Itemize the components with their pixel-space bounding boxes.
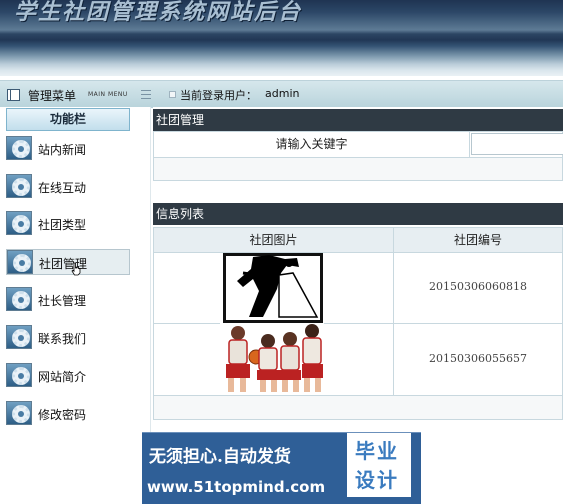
bullet-icon — [169, 91, 176, 98]
gear-icon — [6, 287, 32, 311]
site-header: 学生社团管理系统网站后台 — [0, 0, 563, 76]
info-list-table: 社团图片 社团编号 20150306060818 20150306055657 — [153, 227, 563, 420]
hand-cursor-icon — [71, 262, 81, 276]
sidebar-item-site-intro[interactable]: 网站简介 — [6, 363, 128, 387]
site-title: 学生社团管理系统网站后台 — [14, 0, 303, 25]
menu-bar: 管理菜单 MAIN MENU 当前登录用户： admin — [0, 80, 563, 108]
club-id: 20150306055657 — [429, 352, 527, 365]
column-header-id: 社团编号 — [394, 228, 562, 253]
sidebar-item-label: 社团类型 — [38, 218, 87, 232]
sidebar-item-label: 站内新闻 — [38, 143, 87, 157]
sidebar-item-club-types[interactable]: 社团类型 — [6, 211, 128, 235]
ad-badge-text: 毕业 — [355, 439, 399, 463]
gear-icon — [6, 325, 32, 349]
dancing-couple-image[interactable] — [223, 253, 323, 323]
sidebar-item-label: 修改密码 — [38, 408, 87, 422]
sidebar-item-label: 联系我们 — [38, 332, 87, 346]
club-id: 20150306060818 — [429, 280, 527, 293]
sidebar-item-news[interactable]: 站内新闻 — [6, 136, 128, 160]
gear-icon — [6, 174, 32, 198]
main-content: 社团管理 请输入关键字 信息列表 社团图片 社团编号 2015030606081… — [153, 107, 563, 437]
basketball-team-image[interactable] — [220, 323, 324, 395]
sidebar-item-label: 社长管理 — [38, 294, 87, 308]
list-title: 信息列表 — [153, 203, 563, 225]
sidebar-item-president-management[interactable]: 社长管理 — [6, 287, 128, 311]
column-header-image: 社团图片 — [154, 228, 393, 253]
table-footer — [154, 396, 562, 419]
gear-icon — [7, 250, 33, 274]
gear-icon — [6, 363, 32, 387]
search-input[interactable] — [471, 133, 563, 155]
ad-badge: 毕业 设计 — [347, 433, 411, 497]
sidebar-item-club-management[interactable]: 社团管理 — [6, 249, 130, 276]
gear-icon — [6, 211, 32, 235]
sidebar-item-interaction[interactable]: 在线互动 — [6, 174, 128, 198]
sidebar-item-change-password[interactable]: 修改密码 — [6, 401, 128, 425]
ad-slogan: 无须担心.自动发货 — [149, 447, 291, 467]
sidebar-item-label: 网站简介 — [38, 370, 87, 384]
section-title: 社团管理 — [153, 109, 563, 131]
ad-badge-text: 设计 — [355, 468, 399, 492]
search-footer — [153, 158, 563, 181]
search-row: 请输入关键字 — [153, 131, 563, 158]
menu-list-icon[interactable] — [141, 90, 151, 99]
current-user-label: 当前登录用户： — [180, 89, 257, 102]
menu-panel-icon — [7, 89, 20, 101]
sidebar: 功能栏 站内新闻 在线互动 社团类型 社团管理 社长管理 联系我们 网站简介 修… — [0, 107, 151, 437]
current-user-name: admin — [265, 87, 300, 100]
menu-label: 管理菜单 — [28, 89, 77, 103]
gear-icon — [6, 136, 32, 160]
gear-icon — [6, 401, 32, 425]
menu-label-english: MAIN MENU — [88, 91, 128, 98]
sidebar-title: 功能栏 — [6, 108, 130, 131]
ad-banner[interactable]: 无须担心.自动发货 www.51topmind.com 毕业 设计 — [142, 432, 421, 504]
sidebar-item-label: 在线互动 — [38, 181, 87, 195]
ad-url[interactable]: www.51topmind.com — [147, 478, 325, 496]
sidebar-item-contact-us[interactable]: 联系我们 — [6, 325, 128, 349]
search-label: 请输入关键字 — [154, 132, 470, 157]
